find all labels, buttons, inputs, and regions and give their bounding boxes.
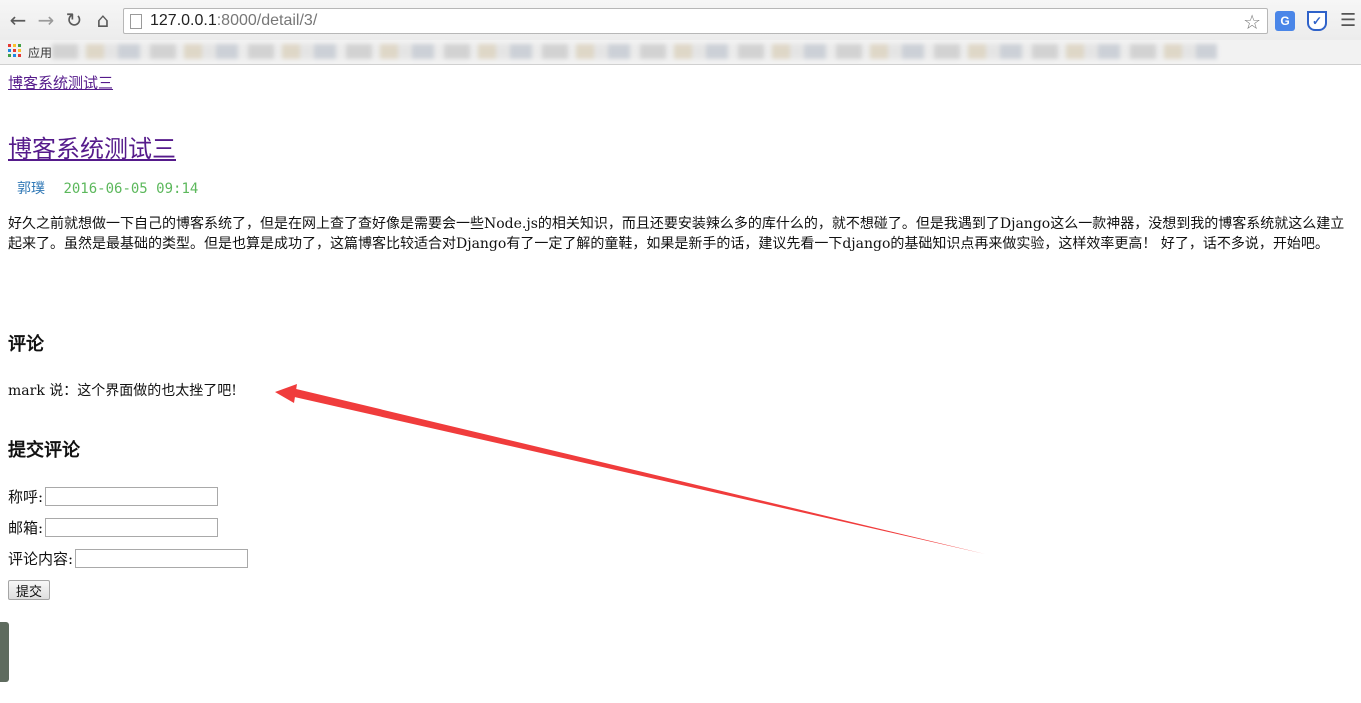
comment-item: mark 说：这个界面做的也太挫了吧! (8, 380, 237, 400)
url-text: 127.0.0.1:8000/detail/3/ (150, 12, 317, 30)
url-host: 127.0.0.1 (150, 12, 217, 29)
email-input[interactable] (45, 518, 219, 537)
email-label: 邮箱: (8, 519, 44, 537)
content-field-row: 评论内容: (8, 548, 249, 569)
browser-toolbar: ← → ↻ ⌂ 127.0.0.1:8000/detail/3/ ☆ G ✓ ☰ (0, 0, 1361, 41)
annotation-arrowhead (275, 384, 297, 403)
comment-author: mark (8, 383, 45, 399)
post-title-link[interactable]: 博客系统测试三 (8, 135, 176, 163)
post-time: 2016-06-05 09:14 (63, 181, 199, 197)
name-field-row: 称呼: (8, 486, 219, 507)
side-widget (0, 622, 9, 682)
email-field-row: 邮箱: (8, 517, 219, 538)
shield-extension-icon[interactable]: ✓ (1307, 11, 1327, 31)
content-label: 评论内容: (8, 550, 74, 568)
name-input[interactable] (45, 487, 219, 506)
home-icon[interactable]: ⌂ (91, 8, 115, 32)
translate-extension-icon[interactable]: G (1275, 11, 1295, 31)
forward-arrow-icon[interactable]: → (34, 8, 58, 32)
comment-says: 说： (49, 383, 78, 399)
post-title: 博客系统测试三 (8, 129, 176, 164)
post-meta: 郭璞 2016-06-05 09:14 (17, 178, 198, 198)
post-body: 好久之前就想做一下自己的博客系统了，但是在网上查了查好像是需要会一些Node.j… (8, 216, 1345, 252)
bookmarks-bar: 应用 (0, 40, 1361, 65)
menu-icon[interactable]: ☰ (1340, 10, 1356, 31)
comments-heading: 评论 (8, 334, 44, 355)
bookmark-star-icon[interactable]: ☆ (1243, 10, 1261, 34)
address-bar[interactable]: 127.0.0.1:8000/detail/3/ ☆ (123, 8, 1268, 34)
back-arrow-icon[interactable]: ← (6, 8, 30, 32)
blog-home-link[interactable]: 博客系统测试三 (8, 72, 113, 93)
blurred-bookmarks (52, 44, 1217, 59)
post-author: 郭璞 (17, 181, 45, 197)
annotation-arrow-shaft (290, 388, 985, 554)
comment-text: 这个界面做的也太挫了吧! (77, 383, 237, 399)
page-icon (130, 14, 142, 29)
content-input[interactable] (75, 549, 249, 568)
reload-icon[interactable]: ↻ (62, 8, 86, 32)
url-path: :8000/detail/3/ (216, 12, 318, 29)
apps-label[interactable]: 应用 (28, 44, 52, 61)
submit-comment-heading: 提交评论 (8, 440, 80, 461)
submit-button[interactable]: 提交 (8, 580, 51, 600)
name-label: 称呼: (8, 488, 44, 506)
annotation-arrow (275, 384, 985, 554)
apps-grid-icon[interactable] (8, 44, 22, 58)
